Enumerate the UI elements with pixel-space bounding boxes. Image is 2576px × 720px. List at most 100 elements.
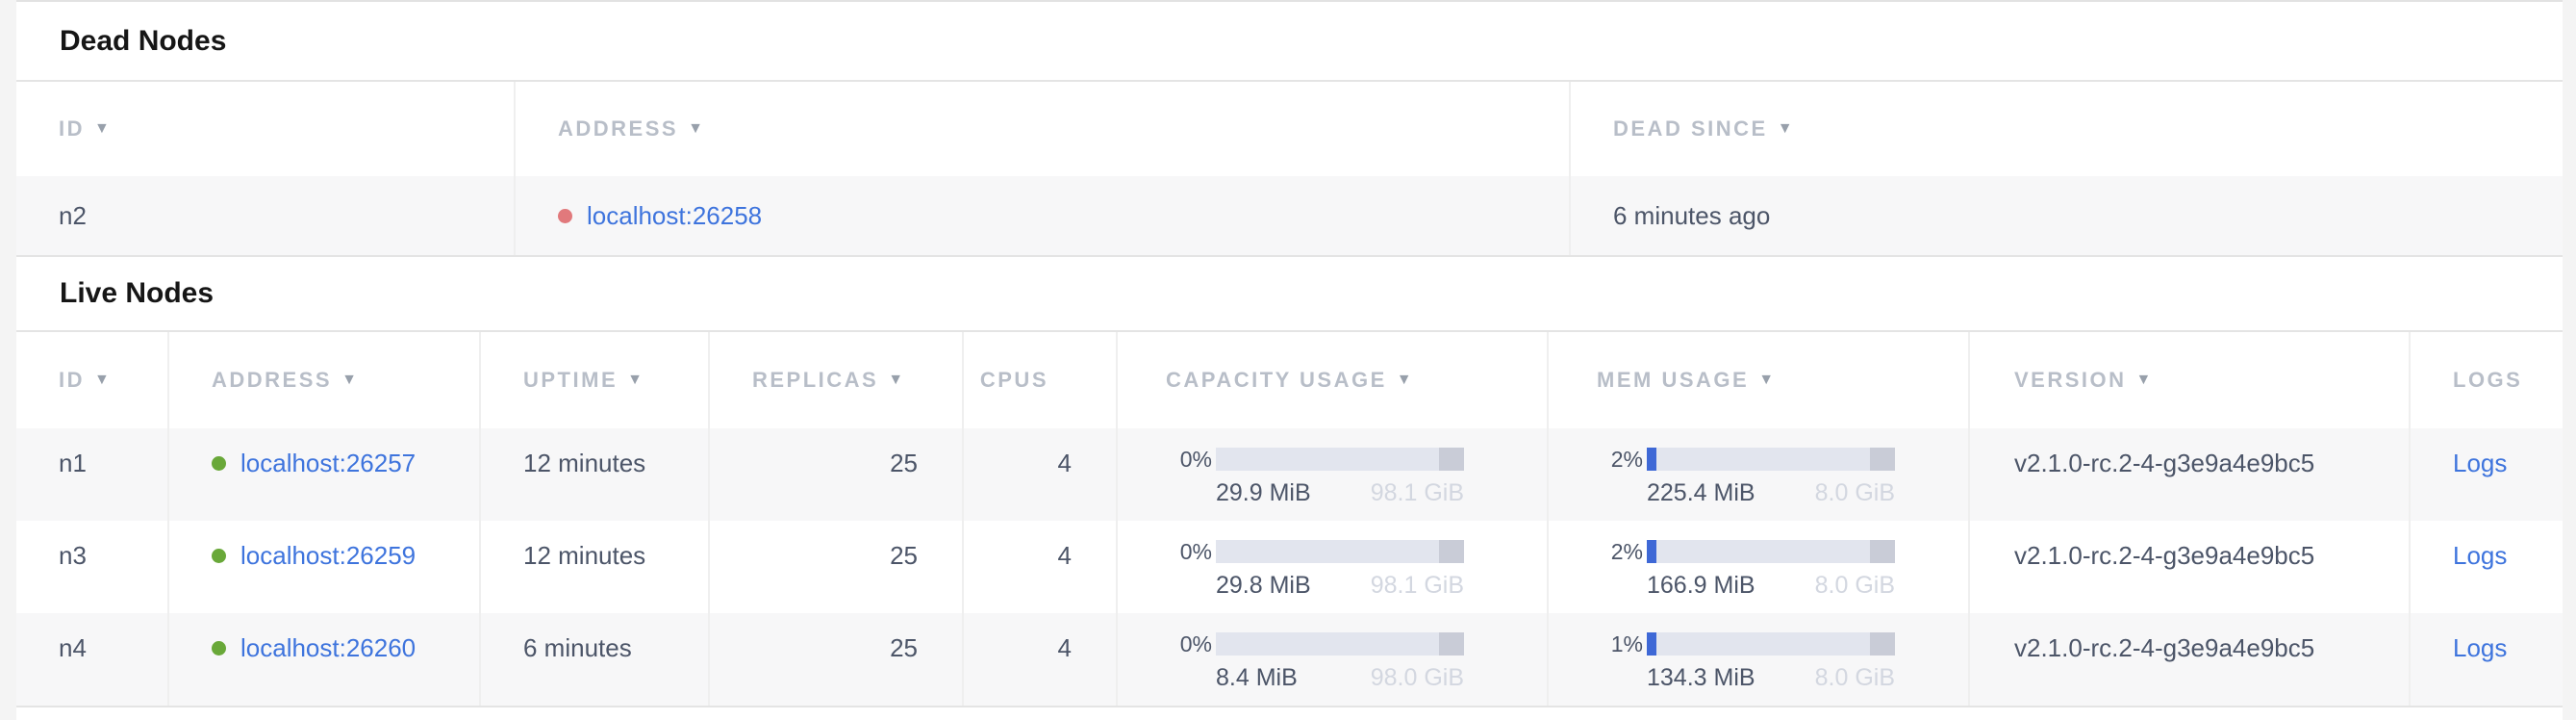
mem-usage-bar xyxy=(1647,632,1895,656)
sort-desc-icon: ▼ xyxy=(888,372,903,389)
sort-desc-icon: ▼ xyxy=(94,372,110,389)
live-node-row: n3 localhost:26259 12 minutes 25 4 0% 29… xyxy=(16,521,2563,613)
mem-usage-cell: 1% 134.3 MiB 8.0 GiB xyxy=(1547,613,1968,706)
mem-usage-cell: 2% 225.4 MiB 8.0 GiB xyxy=(1547,428,1968,521)
capacity-usage-cell: 0% 29.9 MiB 98.1 GiB xyxy=(1116,428,1547,521)
node-address-link[interactable]: localhost:26257 xyxy=(240,448,416,478)
mem-usage-cell: 2% 166.9 MiB 8.0 GiB xyxy=(1547,521,1968,613)
sort-desc-icon: ▼ xyxy=(627,372,643,389)
live-column-header-mem-usage[interactable]: MEM USAGE ▼ xyxy=(1547,332,1968,428)
dead-column-header-dead-since[interactable]: DEAD SINCE ▼ xyxy=(1569,82,2563,176)
mem-used: 225.4 MiB xyxy=(1647,478,1755,507)
dead-node-status-icon xyxy=(558,209,572,223)
live-node-row: n1 localhost:26257 12 minutes 25 4 0% 29… xyxy=(16,428,2563,521)
logs-cell: Logs xyxy=(2409,428,2563,521)
node-address-cell: localhost:26260 xyxy=(167,613,479,706)
capacity-used: 8.4 MiB xyxy=(1216,663,1298,692)
node-uptime: 12 minutes xyxy=(479,521,708,613)
sort-desc-icon: ▼ xyxy=(1397,372,1412,389)
sort-desc-icon: ▼ xyxy=(94,120,110,138)
capacity-used: 29.8 MiB xyxy=(1216,571,1311,600)
live-column-header-address[interactable]: ADDRESS ▼ xyxy=(167,332,479,428)
sort-desc-icon: ▼ xyxy=(1758,372,1774,389)
node-replicas: 25 xyxy=(708,428,962,521)
node-cpus: 4 xyxy=(962,428,1116,521)
live-column-header-replicas[interactable]: REPLICAS ▼ xyxy=(708,332,962,428)
live-column-header-cpus[interactable]: CPUS xyxy=(962,332,1116,428)
capacity-usage-bar xyxy=(1216,540,1464,563)
node-uptime: 6 minutes xyxy=(479,613,708,706)
live-node-row: n4 localhost:26260 6 minutes 25 4 0% 8.4… xyxy=(16,613,2563,707)
node-id: n4 xyxy=(16,613,167,706)
dead-since-value: 6 minutes ago xyxy=(1569,176,2563,255)
bar-end-cap xyxy=(1439,540,1464,563)
capacity-usage-cell: 0% 8.4 MiB 98.0 GiB xyxy=(1116,613,1547,706)
node-address-cell: localhost:26259 xyxy=(167,521,479,613)
node-version: v2.1.0-rc.2-4-g3e9a4e9bc5 xyxy=(1968,613,2409,706)
live-column-header-id[interactable]: ID ▼ xyxy=(16,332,167,428)
mem-used: 166.9 MiB xyxy=(1647,571,1755,600)
live-column-header-uptime[interactable]: UPTIME ▼ xyxy=(479,332,708,428)
sort-desc-icon: ▼ xyxy=(2136,372,2152,389)
node-address-link[interactable]: localhost:26260 xyxy=(240,632,416,663)
live-column-header-capacity-usage[interactable]: CAPACITY USAGE ▼ xyxy=(1116,332,1547,428)
node-cpus: 4 xyxy=(962,613,1116,706)
live-column-header-version[interactable]: VERSION ▼ xyxy=(1968,332,2409,428)
mem-total: 8.0 GiB xyxy=(1815,478,1895,507)
capacity-used: 29.9 MiB xyxy=(1216,478,1311,507)
capacity-usage-bar xyxy=(1216,632,1464,656)
node-id: n3 xyxy=(16,521,167,613)
node-address-link[interactable]: localhost:26258 xyxy=(587,201,762,231)
capacity-total: 98.1 GiB xyxy=(1371,478,1464,507)
node-address-link[interactable]: localhost:26259 xyxy=(240,540,416,571)
dead-nodes-title: Dead Nodes xyxy=(16,2,2563,82)
node-id: n2 xyxy=(16,176,514,255)
sort-desc-icon: ▼ xyxy=(341,372,357,389)
capacity-percent: 0% xyxy=(1166,444,1212,475)
capacity-usage-bar xyxy=(1216,448,1464,471)
node-version: v2.1.0-rc.2-4-g3e9a4e9bc5 xyxy=(1968,428,2409,521)
bar-end-cap xyxy=(1439,448,1464,471)
logs-cell: Logs xyxy=(2409,521,2563,613)
logs-link[interactable]: Logs xyxy=(2453,541,2507,570)
node-address-cell: localhost:26258 xyxy=(514,176,1569,255)
sort-desc-icon: ▼ xyxy=(1778,120,1793,138)
capacity-total: 98.0 GiB xyxy=(1371,663,1464,692)
node-uptime: 12 minutes xyxy=(479,428,708,521)
mem-percent: 1% xyxy=(1597,629,1643,659)
dead-column-header-address[interactable]: ADDRESS ▼ xyxy=(514,82,1569,176)
sort-desc-icon: ▼ xyxy=(688,120,703,138)
live-node-status-icon xyxy=(212,641,226,656)
dead-column-header-id[interactable]: ID ▼ xyxy=(16,82,514,176)
node-replicas: 25 xyxy=(708,613,962,706)
live-nodes-header-row: ID ▼ ADDRESS ▼ UPTIME ▼ REPLICAS ▼ CPUS … xyxy=(16,332,2563,428)
live-nodes-title: Live Nodes xyxy=(16,257,2563,332)
node-version: v2.1.0-rc.2-4-g3e9a4e9bc5 xyxy=(1968,521,2409,613)
node-cpus: 4 xyxy=(962,521,1116,613)
node-replicas: 25 xyxy=(708,521,962,613)
node-list-panel: Dead Nodes ID ▼ ADDRESS ▼ DEAD SINCE ▼ n… xyxy=(16,0,2563,720)
logs-cell: Logs xyxy=(2409,613,2563,706)
mem-usage-bar xyxy=(1647,540,1895,563)
live-node-status-icon xyxy=(212,549,226,563)
bar-end-cap xyxy=(1439,632,1464,656)
live-column-header-logs: LOGS xyxy=(2409,332,2563,428)
mem-used: 134.3 MiB xyxy=(1647,663,1755,692)
node-address-cell: localhost:26257 xyxy=(167,428,479,521)
bar-end-cap xyxy=(1870,540,1895,563)
mem-percent: 2% xyxy=(1597,444,1643,475)
bar-end-cap xyxy=(1870,632,1895,656)
dead-nodes-header-row: ID ▼ ADDRESS ▼ DEAD SINCE ▼ xyxy=(16,82,2563,176)
mem-usage-bar xyxy=(1647,448,1895,471)
node-id: n1 xyxy=(16,428,167,521)
mem-total: 8.0 GiB xyxy=(1815,571,1895,600)
capacity-percent: 0% xyxy=(1166,629,1212,659)
logs-link[interactable]: Logs xyxy=(2453,633,2507,662)
mem-percent: 2% xyxy=(1597,536,1643,567)
capacity-total: 98.1 GiB xyxy=(1371,571,1464,600)
dead-node-row: n2 localhost:26258 6 minutes ago xyxy=(16,176,2563,257)
mem-total: 8.0 GiB xyxy=(1815,663,1895,692)
live-node-status-icon xyxy=(212,456,226,471)
logs-link[interactable]: Logs xyxy=(2453,449,2507,477)
capacity-percent: 0% xyxy=(1166,536,1212,567)
